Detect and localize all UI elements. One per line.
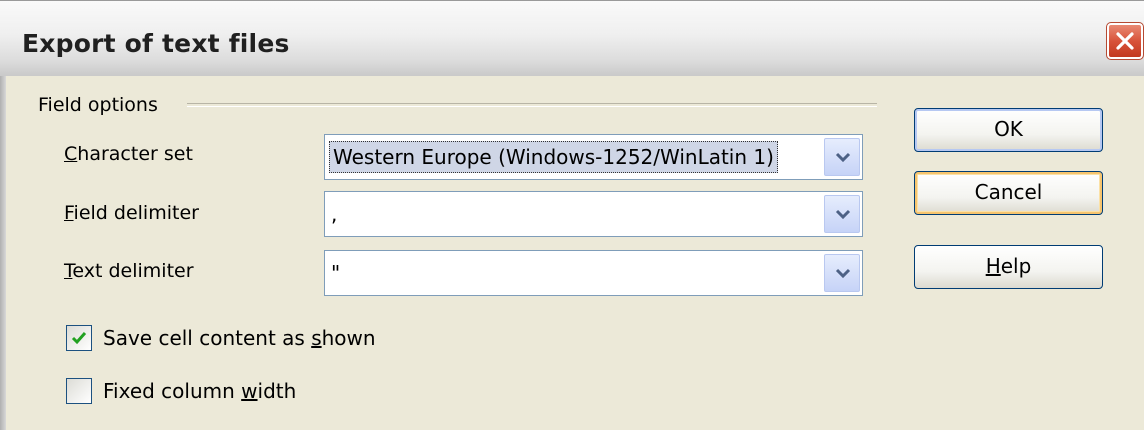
help-button-mnemonic: H (985, 254, 1001, 278)
close-icon (1116, 32, 1134, 50)
fixed-column-width-label-mnemonic: w (241, 379, 258, 403)
text-delimiter-combo[interactable]: " (324, 250, 863, 296)
chevron-down-icon (835, 268, 851, 279)
character-set-value: Western Europe (Windows-1252/WinLatin 1) (329, 141, 778, 173)
field-delimiter-dropdown-button[interactable] (824, 195, 860, 233)
help-button[interactable]: Help (914, 245, 1103, 289)
dialog-title: Export of text files (22, 29, 290, 58)
text-delimiter-value[interactable]: " (331, 261, 340, 285)
title-bar[interactable]: Export of text files (0, 0, 1144, 76)
save-as-shown-label-mnemonic: s (311, 326, 322, 350)
group-divider (187, 103, 877, 107)
field-delimiter-label-mnemonic: F (64, 202, 74, 224)
fixed-column-width-label-pre: Fixed column (103, 379, 242, 403)
character-set-label-mnemonic: C (64, 143, 78, 165)
text-delimiter-label: Text delimiter (64, 260, 194, 282)
ok-button[interactable]: OK (914, 108, 1103, 152)
character-set-dropdown-button[interactable] (824, 138, 860, 176)
field-delimiter-label-text: ield delimiter (73, 202, 199, 224)
save-as-shown-checkbox[interactable] (66, 325, 92, 351)
fixed-column-width-label[interactable]: Fixed column width (103, 379, 296, 403)
chevron-down-icon (835, 152, 851, 163)
cancel-button[interactable]: Cancel (914, 171, 1103, 215)
close-button[interactable] (1106, 22, 1144, 60)
window-left-border (0, 76, 6, 430)
save-as-shown-label-post: hown (321, 326, 376, 350)
field-delimiter-label: Field delimiter (64, 202, 199, 224)
character-set-label: Character set (64, 143, 193, 165)
fixed-column-width-checkbox[interactable] (66, 378, 92, 404)
text-delimiter-label-text: ext delimiter (72, 260, 194, 282)
field-delimiter-value[interactable]: , (331, 202, 337, 226)
save-as-shown-label-pre: Save cell content as (103, 326, 312, 350)
help-button-text: elp (1000, 254, 1032, 278)
text-delimiter-dropdown-button[interactable] (824, 254, 860, 292)
export-text-files-dialog: Export of text files Field options Chara… (0, 0, 1144, 430)
field-delimiter-combo[interactable]: , (324, 191, 863, 237)
chevron-down-icon (835, 209, 851, 220)
save-as-shown-label[interactable]: Save cell content as shown (103, 326, 376, 350)
fixed-column-width-label-post: idth (257, 379, 297, 403)
checkmark-icon (71, 332, 87, 345)
field-options-group-label: Field options (38, 94, 158, 116)
character-set-select[interactable]: Western Europe (Windows-1252/WinLatin 1) (324, 134, 863, 180)
character-set-label-text: haracter set (77, 143, 193, 165)
